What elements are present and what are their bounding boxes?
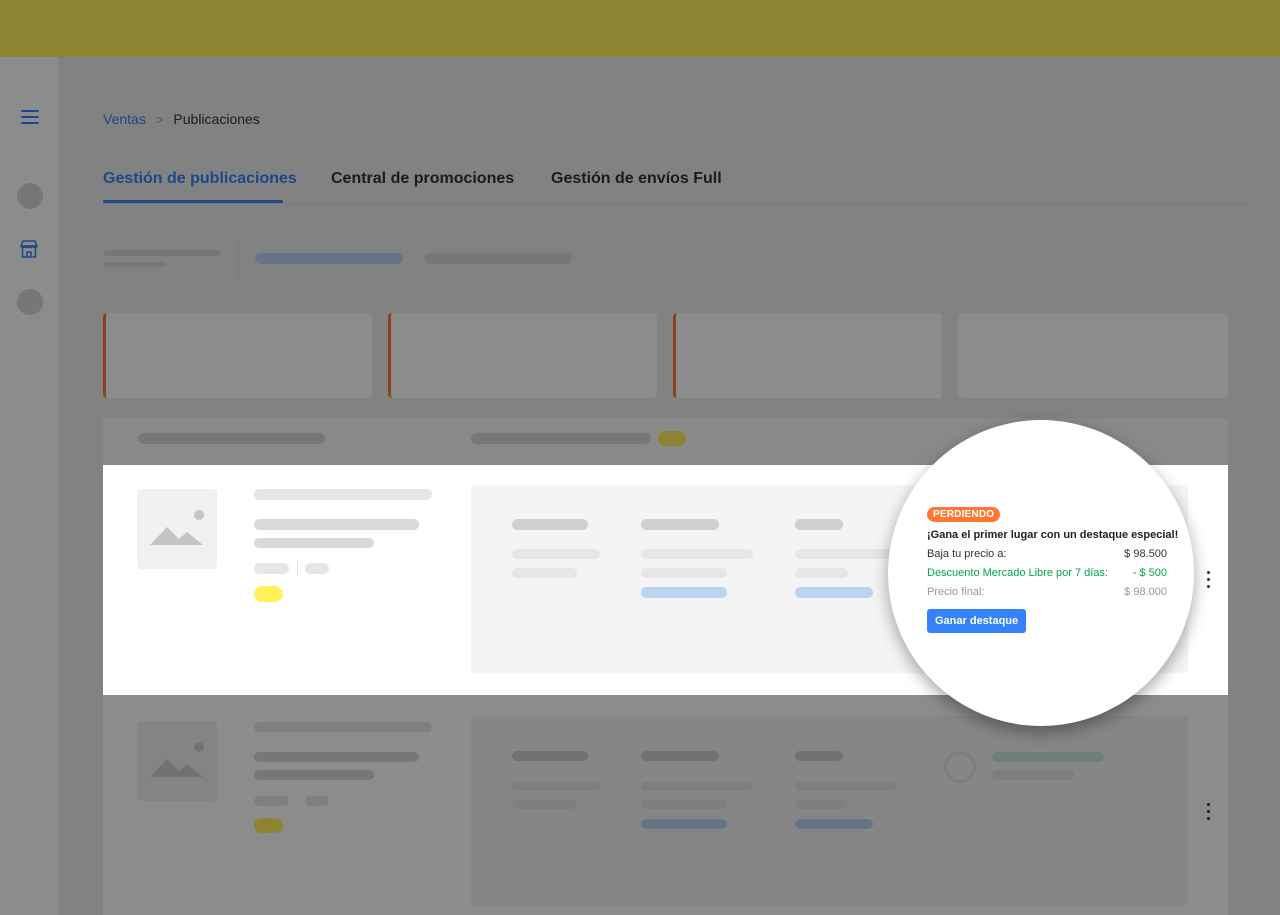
skeleton-line (512, 519, 588, 530)
skeleton-link[interactable] (795, 587, 873, 598)
skeleton-line (305, 796, 329, 806)
skeleton-line (795, 782, 896, 791)
tab-gestion-publicaciones[interactable]: Gestión de publicaciones (103, 170, 297, 188)
loading-spinner-icon (944, 751, 976, 783)
skeleton-tag (658, 431, 686, 446)
skeleton-line (254, 722, 432, 732)
summary-card[interactable] (958, 313, 1228, 398)
discount-value: - $ 500 (1132, 567, 1167, 579)
promotion-magnifier: PERDIENDO ¡Gana el primer lugar con un d… (888, 420, 1194, 726)
skeleton-line (254, 519, 419, 530)
divider (297, 561, 298, 576)
skeleton-line (512, 782, 600, 791)
promotion-details: PERDIENDO ¡Gana el primer lugar con un d… (927, 507, 1179, 633)
skeleton-line (992, 752, 1104, 762)
skeleton-line (641, 519, 719, 530)
skeleton-tag (254, 586, 283, 602)
skeleton-line (254, 489, 432, 500)
skeleton-line (795, 800, 848, 809)
sidebar-item-placeholder[interactable] (17, 183, 43, 209)
discount-label: Descuento Mercado Libre por 7 días: (927, 567, 1108, 579)
final-price-label: Precio final: (927, 586, 985, 598)
skeleton-line (254, 563, 289, 574)
price-value: $ 98.500 (1124, 548, 1167, 560)
breadcrumb: Ventas > Publicaciones (103, 111, 260, 127)
skeleton-line (512, 568, 577, 578)
image-placeholder-icon (137, 721, 217, 801)
skeleton-line (992, 770, 1074, 780)
more-options-icon[interactable] (1207, 803, 1211, 824)
skeleton-line (512, 549, 600, 559)
tab-bar: Gestión de publicaciones Central de prom… (103, 170, 1251, 204)
image-placeholder-icon (137, 489, 217, 569)
skeleton-line (103, 250, 220, 256)
skeleton-line (254, 538, 374, 548)
skeleton-line (305, 563, 329, 574)
summary-card[interactable] (103, 313, 372, 398)
top-navigation-bar (0, 0, 1280, 57)
store-icon[interactable] (19, 239, 39, 259)
final-price-value: $ 98.000 (1124, 586, 1167, 598)
skeleton-line (254, 796, 289, 806)
active-tab-indicator (103, 200, 283, 203)
skeleton-line (641, 549, 753, 559)
tab-gestion-envios-full[interactable]: Gestión de envíos Full (551, 170, 722, 188)
skeleton-line (641, 751, 719, 761)
summary-card[interactable] (388, 313, 657, 398)
row-details-panel (471, 716, 1188, 906)
more-options-icon[interactable] (1207, 571, 1211, 592)
breadcrumb-link-ventas[interactable]: Ventas (103, 111, 146, 127)
ganar-destaque-button[interactable]: Ganar destaque (927, 609, 1027, 633)
skeleton-line (512, 800, 577, 809)
skeleton-line (138, 433, 325, 444)
price-label: Baja tu precio a: (927, 548, 1007, 560)
sidebar-item-placeholder[interactable] (17, 289, 43, 315)
discount-line: Descuento Mercado Libre por 7 días: - $ … (927, 567, 1167, 579)
divider (238, 237, 239, 279)
skeleton-line (641, 568, 727, 578)
price-line: Baja tu precio a: $ 98.500 (927, 548, 1167, 560)
breadcrumb-current: Publicaciones (173, 111, 260, 127)
skeleton-line (103, 262, 166, 267)
promotion-title: ¡Gana el primer lugar con un destaque es… (927, 529, 1179, 541)
skeleton-line (795, 549, 896, 559)
skeleton-line (795, 751, 843, 761)
skeleton-link[interactable] (641, 587, 727, 598)
skeleton-filter[interactable] (255, 253, 403, 264)
summary-card[interactable] (673, 313, 942, 398)
tab-central-promociones[interactable]: Central de promociones (331, 170, 514, 188)
skeleton-line (795, 568, 848, 578)
final-price-line: Precio final: $ 98.000 (927, 586, 1167, 598)
status-badge: PERDIENDO (927, 507, 1001, 522)
skeleton-line (471, 433, 651, 444)
menu-icon[interactable] (21, 110, 39, 124)
skeleton-link[interactable] (795, 819, 873, 829)
skeleton-line (641, 782, 753, 791)
skeleton-line (641, 800, 727, 809)
skeleton-line (795, 519, 843, 530)
skeleton-link[interactable] (641, 819, 727, 829)
skeleton-tag (254, 818, 283, 833)
skeleton-line (254, 752, 419, 762)
skeleton-line (254, 770, 374, 780)
chevron-right-icon: > (155, 111, 164, 127)
skeleton-line (512, 751, 588, 761)
skeleton-filter[interactable] (424, 253, 572, 264)
